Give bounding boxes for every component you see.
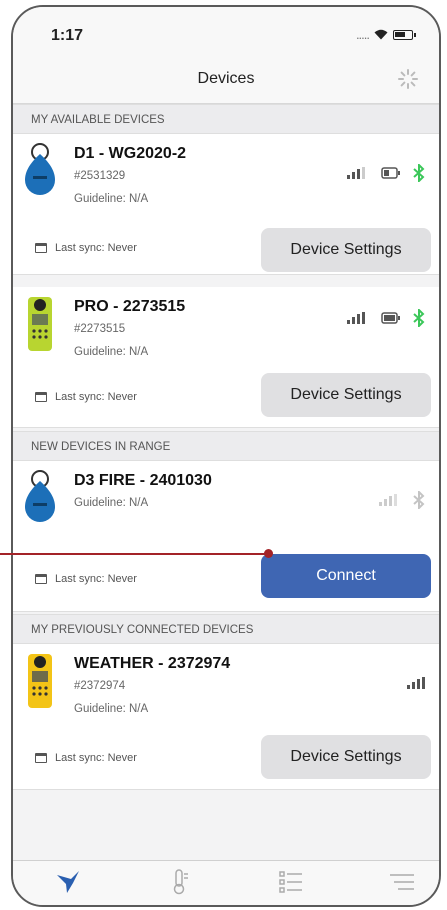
calendar-icon	[35, 574, 47, 584]
device-name: WEATHER - 2372974	[74, 655, 231, 672]
device-settings-button[interactable]: Device Settings	[261, 735, 431, 779]
yellow-weather-meter-icon	[28, 654, 52, 708]
device-battery-icon	[381, 167, 400, 179]
device-serial: #2273515	[74, 323, 126, 335]
battery-icon	[393, 29, 416, 40]
device-guideline: Guideline: N/A	[74, 346, 149, 358]
device-name: D1 - WG2020-2	[74, 145, 187, 162]
device-card-pro[interactable]: PRO - 2273515 #2273515 Guideline: N/A La…	[13, 287, 439, 428]
tab-menu-icon[interactable]	[387, 867, 417, 897]
connect-button[interactable]: Connect	[261, 554, 431, 598]
signal-icon: .....	[355, 27, 370, 42]
callout-line	[0, 553, 270, 555]
tab-thermometer-icon[interactable]	[165, 867, 195, 897]
loading-spinner-icon	[398, 69, 418, 89]
bluetooth-icon	[413, 309, 425, 327]
device-status-icons	[407, 677, 427, 689]
section-header-new: NEW DEVICES IN RANGE	[13, 431, 439, 461]
status-time: 1:17	[51, 27, 84, 44]
bluetooth-icon	[413, 491, 425, 509]
section-header-available: MY AVAILABLE DEVICES	[13, 104, 439, 134]
device-status-icons	[347, 164, 425, 182]
device-name: D3 FIRE - 2401030	[74, 472, 212, 489]
device-serial: #2372974	[74, 680, 126, 692]
last-sync-text: Last sync: Never	[55, 573, 137, 585]
blue-drop-device-icon	[25, 143, 55, 195]
device-card-weather[interactable]: WEATHER - 2372974 #2372974 Guideline: N/…	[13, 644, 439, 790]
device-status-icons	[379, 491, 425, 509]
tab-bar	[13, 860, 439, 905]
page-title: Devices	[197, 70, 255, 87]
device-card-d1[interactable]: D1 - WG2020-2 #2531329 Guideline: N/A La…	[13, 134, 439, 275]
callout-dot	[264, 549, 273, 558]
device-battery-icon	[381, 312, 400, 324]
last-sync: Last sync: Never	[35, 573, 137, 585]
tab-list-icon[interactable]	[276, 867, 306, 897]
calendar-icon	[35, 392, 47, 402]
bluetooth-icon	[413, 164, 425, 182]
last-sync-text: Last sync: Never	[55, 242, 137, 254]
device-name: PRO - 2273515	[74, 298, 186, 315]
last-sync-text: Last sync: Never	[55, 391, 137, 403]
device-guideline: Guideline: N/A	[74, 703, 149, 715]
last-sync-text: Last sync: Never	[55, 752, 137, 764]
device-guideline: Guideline: N/A	[74, 193, 149, 205]
signal-strength-icon	[347, 312, 365, 324]
calendar-icon	[35, 243, 47, 253]
device-settings-button[interactable]: Device Settings	[261, 373, 431, 417]
nav-bar: Devices	[13, 59, 439, 104]
signal-strength-icon	[347, 167, 365, 179]
last-sync: Last sync: Never	[35, 391, 137, 403]
blue-drop-device-icon	[25, 470, 55, 522]
tab-devices-icon[interactable]	[53, 867, 83, 897]
calendar-icon	[35, 753, 47, 763]
phone-frame: 1:17 ..... Devices MY AVAILABLE DEVICES …	[11, 5, 441, 907]
status-bar: 1:17 .....	[13, 7, 439, 59]
device-status-icons	[347, 309, 425, 327]
last-sync: Last sync: Never	[35, 242, 137, 254]
section-header-previous: MY PREVIOUSLY CONNECTED DEVICES	[13, 614, 439, 644]
status-icons: .....	[355, 27, 416, 42]
last-sync: Last sync: Never	[35, 752, 137, 764]
signal-strength-icon	[407, 677, 425, 689]
device-settings-button[interactable]: Device Settings	[261, 228, 431, 272]
device-guideline: Guideline: N/A	[74, 497, 149, 509]
wifi-icon	[374, 29, 388, 40]
signal-strength-icon	[379, 494, 397, 506]
device-card-d3-fire[interactable]: D3 FIRE - 2401030 Guideline: N/A Last sy…	[13, 461, 439, 612]
green-weather-meter-icon	[28, 297, 52, 351]
device-serial: #2531329	[74, 170, 126, 182]
